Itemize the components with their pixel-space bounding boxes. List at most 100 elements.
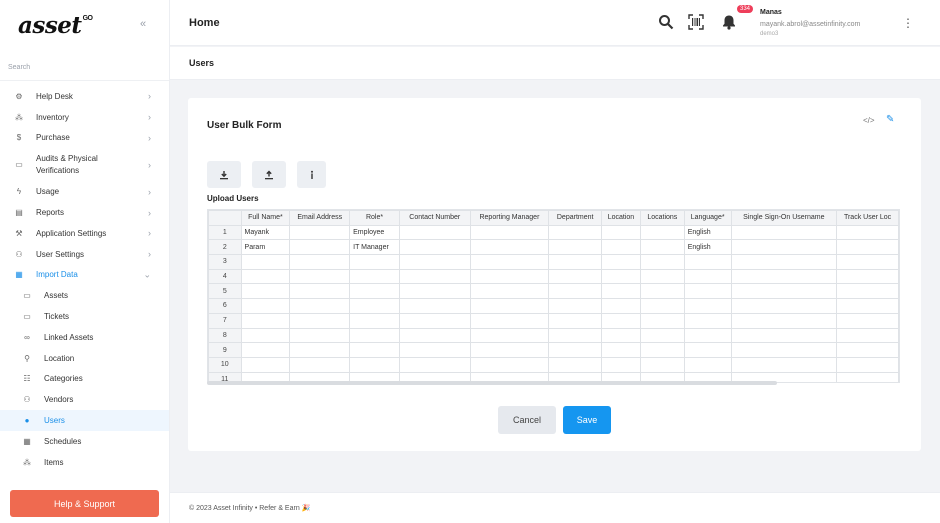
grid-cell[interactable]: [836, 371, 899, 382]
grid-cell[interactable]: English: [683, 239, 732, 256]
search-icon[interactable]: [658, 14, 674, 33]
grid-cell[interactable]: [730, 342, 838, 358]
sidebar-item-usage[interactable]: ϟ Usage ›: [0, 181, 169, 202]
grid-cell[interactable]: [289, 298, 351, 314]
grid-cell[interactable]: [730, 312, 838, 329]
grid-cell[interactable]: [469, 239, 550, 256]
column-header[interactable]: Language*: [683, 210, 732, 226]
grid-cell[interactable]: [240, 356, 291, 373]
sidebar-item-audits[interactable]: ▭ Audits & Physical Verifications ›: [0, 148, 169, 181]
horizontal-scrollbar[interactable]: [207, 381, 777, 385]
grid-cell[interactable]: [730, 356, 838, 373]
grid-cell[interactable]: [683, 312, 732, 329]
grid-cell[interactable]: [683, 356, 732, 373]
grid-cell[interactable]: [240, 254, 291, 270]
grid-cell[interactable]: [548, 298, 603, 314]
column-header[interactable]: Email Address: [289, 210, 351, 226]
grid-cell[interactable]: [836, 356, 899, 373]
sidebar-subitem-schedules[interactable]: ▦ Schedules: [0, 431, 169, 452]
grid-cell[interactable]: [639, 327, 685, 344]
user-spreadsheet-grid[interactable]: Full Name* Email Address Role* Contact N…: [207, 209, 900, 383]
grid-cell[interactable]: Employee: [349, 224, 400, 241]
grid-cell[interactable]: [469, 327, 550, 344]
upload-file-button[interactable]: [252, 161, 286, 188]
code-icon[interactable]: </>: [863, 116, 875, 125]
sidebar-subitem-location[interactable]: ⚲ Location: [0, 348, 169, 369]
save-button[interactable]: Save: [563, 406, 611, 434]
grid-cell[interactable]: [683, 298, 732, 314]
grid-cell[interactable]: [469, 342, 550, 358]
sidebar-subitem-items[interactable]: ⁂ Items: [0, 452, 169, 473]
grid-cell[interactable]: [639, 239, 685, 256]
grid-cell[interactable]: [639, 268, 685, 285]
grid-cell[interactable]: [683, 342, 732, 358]
grid-cell[interactable]: [349, 356, 400, 373]
grid-cell[interactable]: [289, 327, 351, 344]
grid-cell[interactable]: [683, 283, 732, 300]
grid-cell[interactable]: [289, 312, 351, 329]
grid-cell[interactable]: [469, 224, 550, 241]
grid-cell[interactable]: [601, 298, 641, 314]
help-support-button[interactable]: Help & Support: [10, 490, 159, 517]
bell-icon[interactable]: [721, 14, 737, 33]
grid-cell[interactable]: [398, 239, 471, 256]
grid-cell[interactable]: [398, 224, 471, 241]
grid-cell[interactable]: [240, 327, 291, 344]
sidebar-item-help-desk[interactable]: ⚙ Help Desk ›: [0, 86, 169, 107]
column-header[interactable]: Role*: [349, 210, 400, 226]
grid-cell[interactable]: [240, 283, 291, 300]
grid-cell[interactable]: [601, 224, 641, 241]
column-header[interactable]: Track User Loc: [836, 210, 899, 226]
sidebar-item-reports[interactable]: ▤ Reports ›: [0, 202, 169, 223]
grid-cell[interactable]: [469, 254, 550, 270]
grid-cell[interactable]: [398, 342, 471, 358]
grid-cell[interactable]: [469, 283, 550, 300]
sidebar-search-input[interactable]: Search: [8, 64, 30, 71]
column-header[interactable]: Location: [601, 210, 641, 226]
grid-cell[interactable]: [289, 239, 351, 256]
grid-cell[interactable]: [683, 268, 732, 285]
grid-cell[interactable]: [730, 239, 838, 256]
grid-cell[interactable]: [240, 268, 291, 285]
grid-cell[interactable]: [548, 254, 603, 270]
sidebar-item-user-settings[interactable]: ⚇ User Settings ›: [0, 244, 169, 265]
grid-cell[interactable]: [836, 224, 899, 241]
grid-cell[interactable]: [548, 327, 603, 344]
grid-cell[interactable]: [398, 356, 471, 373]
grid-cell[interactable]: [836, 268, 899, 285]
grid-cell[interactable]: [398, 312, 471, 329]
barcode-scan-icon[interactable]: [688, 14, 704, 33]
grid-cell[interactable]: [548, 312, 603, 329]
grid-cell[interactable]: [289, 268, 351, 285]
column-header[interactable]: Department: [548, 210, 603, 226]
grid-cell[interactable]: [730, 298, 838, 314]
grid-cell[interactable]: [240, 342, 291, 358]
grid-cell[interactable]: [683, 254, 732, 270]
grid-cell[interactable]: [601, 268, 641, 285]
grid-cell[interactable]: [601, 327, 641, 344]
grid-cell[interactable]: [398, 298, 471, 314]
grid-cell[interactable]: Param: [240, 239, 291, 256]
sidebar-subitem-linked-assets[interactable]: ∞ Linked Assets: [0, 327, 169, 348]
grid-cell[interactable]: [730, 327, 838, 344]
sidebar-item-import-data[interactable]: ▦ Import Data ⌄: [0, 265, 169, 286]
grid-cell[interactable]: [548, 268, 603, 285]
app-logo[interactable]: assetGO: [18, 12, 93, 39]
grid-cell[interactable]: [601, 239, 641, 256]
grid-cell[interactable]: [836, 254, 899, 270]
column-header[interactable]: Full Name*: [240, 210, 291, 226]
grid-cell[interactable]: [836, 312, 899, 329]
grid-cell[interactable]: [349, 268, 400, 285]
grid-cell[interactable]: IT Manager: [349, 239, 400, 256]
more-options-icon[interactable]: ⋮: [902, 16, 914, 30]
grid-cell[interactable]: [601, 356, 641, 373]
grid-cell[interactable]: [240, 298, 291, 314]
grid-cell[interactable]: [601, 342, 641, 358]
grid-cell[interactable]: [639, 342, 685, 358]
grid-cell[interactable]: [836, 298, 899, 314]
sidebar-subitem-assets[interactable]: ▭ Assets: [0, 285, 169, 306]
grid-cell[interactable]: [836, 239, 899, 256]
grid-cell[interactable]: [289, 356, 351, 373]
sidebar-subitem-categories[interactable]: ☷ Categories: [0, 369, 169, 390]
grid-cell[interactable]: [730, 268, 838, 285]
